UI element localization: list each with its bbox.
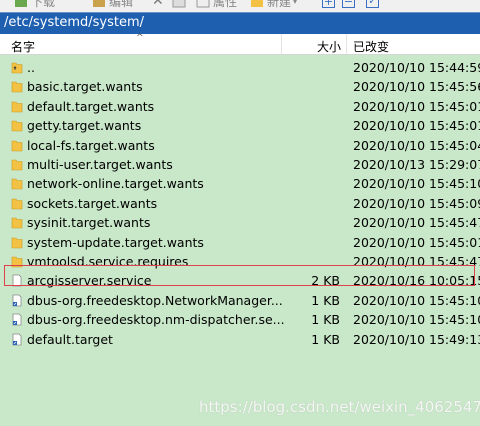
file-name: dbus-org.freedesktop.NetworkManager... — [27, 292, 283, 308]
file-modified-date: 2020/10/10 15:45:56 — [353, 79, 480, 95]
file-modified-date: 2020/10/10 15:45:04 — [353, 137, 480, 153]
folder-icon — [11, 255, 23, 268]
minus-icon: − — [342, 0, 355, 8]
folder-icon — [11, 139, 23, 152]
file-row[interactable]: default.target 1 KB 2020/10/10 15:49:13 — [0, 330, 480, 349]
file-modified-date: 2020/10/13 15:29:07 — [353, 157, 480, 172]
file-row[interactable]: system-update.target.wants 2020/10/10 15:… — [0, 233, 480, 252]
folder-icon — [11, 158, 23, 171]
file-modified-date: 2020/10/10 15:45:10 — [353, 312, 480, 328]
minus-button[interactable]: − — [342, 0, 355, 9]
file-row[interactable]: vmtoolsd.service.requires 2020/10/10 15:4… — [0, 252, 480, 271]
file-size: 1 KB — [311, 312, 340, 328]
file-row[interactable]: local-fs.target.wants 2020/10/10 15:45:04 — [0, 136, 480, 155]
file-modified-date: 2020/10/10 15:45:10 — [353, 176, 480, 192]
sort-ascending-icon: ^ — [136, 33, 144, 43]
toolbar: 下载 编辑 ✕ 属性 新建 ▾ + − ✓ — [0, 0, 480, 12]
column-size-header[interactable]: 大小 — [317, 38, 341, 55]
file-size: 2 KB — [311, 273, 340, 289]
download-label: 下载 — [31, 0, 56, 9]
rename-button[interactable] — [172, 0, 189, 9]
file-row[interactable]: network-online.target.wants 2020/10/10 15… — [0, 174, 480, 193]
file-modified-date: 2020/10/16 10:05:15 — [353, 273, 480, 289]
file-name: vmtoolsd.service.requires — [27, 254, 189, 269]
file-name: getty.target.wants — [27, 118, 142, 134]
file-modified-date: 2020/10/10 15:45:01 — [353, 98, 480, 114]
file-row[interactable]: dbus-org.freedesktop.nm-dispatcher.se...… — [0, 310, 480, 329]
folder-icon — [11, 119, 23, 132]
file-modified-date: 2020/10/10 15:49:13 — [353, 331, 480, 347]
file-modified-date: 2020/10/10 15:45:47 — [353, 254, 480, 269]
checkmark-icon: ✓ — [366, 0, 379, 8]
file-modified-date: 2020/10/10 15:45:01 — [353, 118, 480, 134]
file-row[interactable]: dbus-org.freedesktop.NetworkManager... 1 … — [0, 291, 480, 310]
folder-icon — [11, 197, 23, 210]
file-name: local-fs.target.wants — [27, 137, 155, 153]
properties-button[interactable]: 属性 — [196, 0, 237, 9]
file-size: 1 KB — [311, 331, 340, 347]
new-button[interactable]: 新建 ▾ — [250, 0, 297, 9]
file-modified-date: 2020/10/10 15:44:59 — [353, 60, 480, 75]
current-path: /etc/systemd/system/ — [4, 15, 145, 30]
file-name: arcgisserver.service — [27, 273, 152, 289]
new-label: 新建 — [267, 0, 292, 9]
folder-icon — [11, 236, 23, 249]
file-modified-date: 2020/10/10 15:45:09 — [353, 195, 480, 211]
file-size: 1 KB — [311, 292, 340, 308]
file-name: network-online.target.wants — [27, 176, 204, 192]
edit-icon — [93, 0, 105, 7]
file-name: default.target.wants — [27, 98, 155, 114]
download-icon — [15, 0, 27, 7]
file-row[interactable]: default.target.wants 2020/10/10 15:45:01 — [0, 97, 480, 116]
edit-button[interactable]: 编辑 — [92, 0, 133, 9]
rename-icon — [172, 0, 186, 8]
properties-icon — [196, 0, 210, 8]
file-modified-date: 2020/10/10 15:45:47 — [353, 215, 480, 231]
path-bar[interactable]: /etc/systemd/system/ — [0, 12, 480, 34]
delete-button[interactable]: ✕ — [152, 0, 164, 9]
file-name: dbus-org.freedesktop.nm-dispatcher.se... — [27, 312, 285, 328]
add-button[interactable]: + — [322, 0, 335, 9]
plus-icon: + — [322, 0, 335, 8]
folder-icon — [11, 177, 23, 190]
file-row[interactable]: multi-user.target.wants 2020/10/13 15:29:… — [0, 155, 480, 174]
file-name: .. — [27, 60, 35, 75]
column-divider[interactable] — [346, 34, 347, 54]
file-list: .. 2020/10/10 15:44:59 basic.target.wants 2… — [0, 55, 480, 426]
download-button[interactable]: 下载 — [14, 0, 55, 9]
link-file-icon — [11, 333, 23, 346]
file-name: basic.target.wants — [27, 79, 143, 95]
column-divider[interactable] — [281, 34, 282, 54]
file-name: default.target — [27, 331, 113, 347]
file-modified-date: 2020/10/10 15:45:01 — [353, 234, 480, 250]
chevron-down-icon: ▾ — [293, 0, 298, 6]
edit-label: 编辑 — [109, 0, 134, 9]
folder-icon — [11, 80, 23, 93]
file-row[interactable]: sysinit.target.wants 2020/10/10 15:45:47 — [0, 213, 480, 232]
file-name: sockets.target.wants — [27, 195, 158, 211]
file-modified-date: 2020/10/10 15:45:10 — [353, 292, 480, 308]
folder-icon — [11, 216, 23, 229]
parent-folder-icon — [11, 61, 23, 74]
file-row[interactable]: getty.target.wants 2020/10/10 15:45:01 — [0, 116, 480, 135]
file-name: sysinit.target.wants — [27, 215, 151, 231]
folder-icon — [11, 100, 23, 113]
watermark: https://blog.csdn.net/weixin_40625478 — [199, 398, 480, 416]
file-icon — [11, 274, 23, 287]
file-name: system-update.target.wants — [27, 234, 204, 250]
column-header: 名字 ^ 大小 已改变 — [0, 33, 480, 55]
file-row[interactable]: sockets.target.wants 2020/10/10 15:45:09 — [0, 194, 480, 213]
check-button[interactable]: ✓ — [366, 0, 379, 9]
file-row[interactable]: .. 2020/10/10 15:44:59 — [0, 58, 480, 77]
column-modified-header[interactable]: 已改变 — [353, 38, 389, 55]
link-file-icon — [11, 313, 23, 326]
file-row[interactable]: arcgisserver.service 2 KB 2020/10/16 10:05… — [0, 271, 480, 290]
file-row[interactable]: basic.target.wants 2020/10/10 15:45:56 — [0, 77, 480, 96]
properties-label: 属性 — [213, 0, 238, 9]
link-file-icon — [11, 294, 23, 307]
delete-icon: ✕ — [152, 0, 164, 9]
file-name: multi-user.target.wants — [27, 157, 173, 172]
column-name-header[interactable]: 名字 — [11, 38, 35, 55]
new-folder-icon — [251, 0, 263, 7]
